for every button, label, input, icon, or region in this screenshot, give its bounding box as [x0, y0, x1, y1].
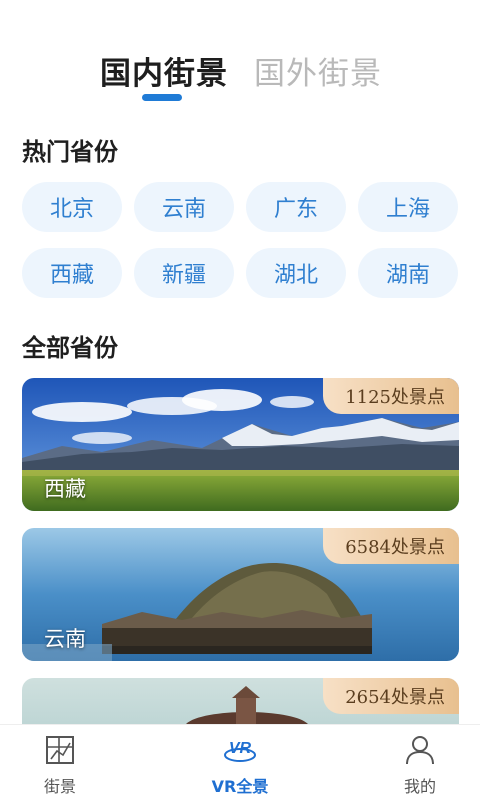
province-chip[interactable]: 湖北 — [246, 248, 346, 298]
province-chip[interactable]: 云南 — [134, 182, 234, 232]
province-card-xizang[interactable]: 1125处景点 西藏 — [22, 378, 459, 511]
tab-domestic[interactable]: 国内街景 — [100, 48, 228, 93]
province-card-name: 西藏 — [44, 477, 86, 501]
nav-vr-label: VR全景 — [211, 777, 269, 796]
province-chip[interactable]: 湖南 — [358, 248, 458, 298]
province-card-name: 云南 — [44, 627, 86, 651]
province-chip[interactable]: 北京 — [22, 182, 122, 232]
all-provinces-title: 全部省份 — [22, 334, 118, 362]
scenic-spot-count-badge: 1125处景点 — [323, 378, 459, 414]
province-chip[interactable]: 上海 — [358, 182, 458, 232]
vr-panorama-icon: VR — [224, 740, 256, 762]
bottom-navigation: 街景 VR VR全景 我的 — [0, 724, 480, 800]
tab-overseas[interactable]: 国外街景 — [254, 48, 382, 93]
province-chip[interactable]: 广东 — [246, 182, 346, 232]
province-chip[interactable]: 西藏 — [22, 248, 122, 298]
province-card-third[interactable]: 2654处景点 — [22, 678, 459, 724]
scenic-spot-count-badge: 2654处景点 — [323, 678, 459, 714]
province-card-yunnan[interactable]: 6584处景点 云南 — [22, 528, 459, 661]
province-card-list: 1125处景点 西藏 6584处景点 云南 2654处景点 — [22, 378, 459, 724]
scenic-spot-count-badge: 6584处景点 — [323, 528, 459, 564]
user-icon — [406, 736, 434, 765]
map-grid-icon — [46, 736, 74, 764]
street-view-tabs: 国内街景 国外街景 — [0, 44, 480, 104]
nav-mine[interactable]: 我的 — [360, 733, 480, 797]
province-chip[interactable]: 新疆 — [134, 248, 234, 298]
active-tab-indicator — [142, 94, 182, 101]
hot-provinces-title: 热门省份 — [22, 138, 118, 166]
nav-vr[interactable]: VR VR全景 — [180, 733, 300, 797]
nav-mine-label: 我的 — [403, 777, 436, 796]
nav-street[interactable]: 街景 — [0, 733, 120, 797]
nav-street-label: 街景 — [43, 777, 76, 796]
